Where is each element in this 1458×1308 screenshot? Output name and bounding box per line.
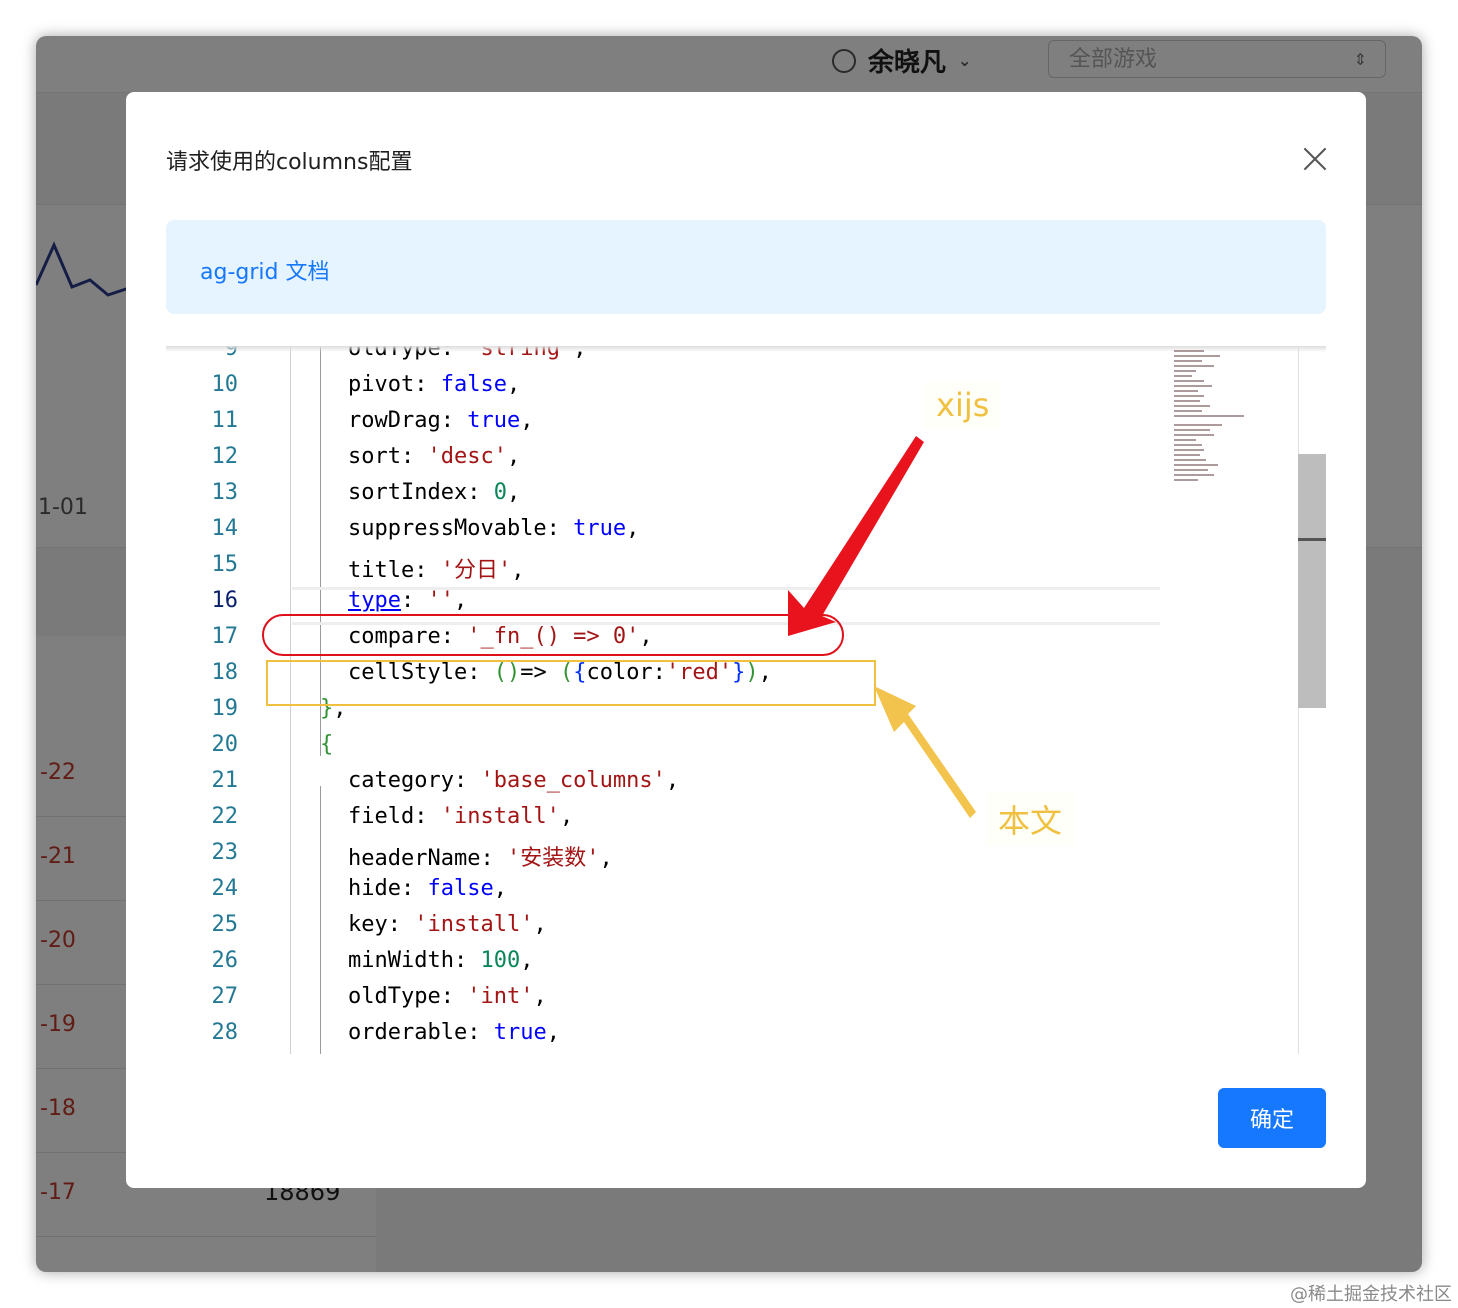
app-window: 余晓凡 ⌄ 全部游戏 ⇕ 1-01 -22 -21 -20 -19 -18 -1… — [36, 36, 1422, 1272]
yellow-arrow — [874, 686, 976, 818]
watermark: @稀土掘金技术社区 — [1290, 1284, 1452, 1305]
label-benwen: 本文 — [986, 792, 1075, 846]
red-arrow — [788, 436, 924, 636]
label-xijs: xijs — [924, 382, 1002, 428]
annotation-arrows — [788, 436, 976, 818]
